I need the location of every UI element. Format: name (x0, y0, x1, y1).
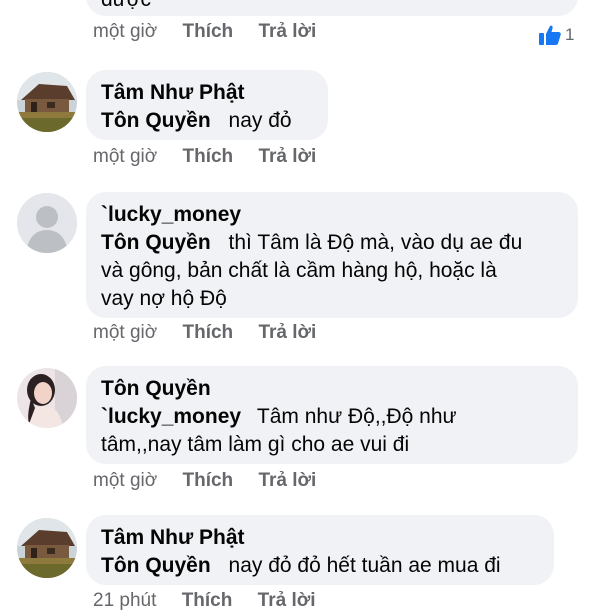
comment-text-line: Tôn Quyền thì Tâm là Độ mà, vào dụ ae đu (101, 231, 522, 255)
profile-photo-icon (17, 368, 77, 428)
avatar[interactable] (17, 368, 77, 428)
timestamp[interactable]: 21 phút (93, 590, 156, 611)
comment-text: vay nợ hộ Độ (101, 287, 227, 310)
comment-text-line: `lucky_money Tâm như Độ,,Độ như (101, 405, 457, 429)
like-button[interactable]: Thích (182, 470, 233, 491)
house-photo-icon (17, 518, 77, 578)
like-button[interactable]: Thích (182, 322, 233, 343)
comment-author[interactable]: Tâm Như Phật (101, 526, 245, 550)
comment-text: nay đỏ đỏ hết tuần ae mua đi (228, 554, 501, 577)
mention-tag[interactable]: Tôn Quyền (101, 554, 211, 577)
comment-meta: một giờ Thích Trả lời (93, 21, 316, 43)
comment-text: Tâm như Độ,,Độ như (256, 405, 457, 428)
comment-bubble (86, 0, 578, 16)
reply-button[interactable]: Trả lời (258, 590, 316, 611)
avatar[interactable] (17, 518, 77, 578)
mention-tag[interactable]: Tôn Quyền (101, 109, 211, 132)
default-user-icon (17, 193, 77, 253)
comment-text: thì Tâm là Độ mà, vào dụ ae đu (228, 231, 523, 254)
timestamp[interactable]: một giờ (93, 322, 157, 343)
avatar[interactable] (17, 193, 77, 253)
reply-button[interactable]: Trả lời (258, 322, 316, 343)
comment-text: được (101, 0, 151, 12)
comment-text-line: Tôn Quyền nay đỏ (101, 109, 292, 133)
reply-button[interactable]: Trả lời (258, 146, 316, 167)
like-button[interactable]: Thích (182, 21, 233, 42)
like-button[interactable]: Thích (182, 590, 233, 611)
timestamp[interactable]: một giờ (93, 470, 157, 491)
reply-button[interactable]: Trả lời (258, 470, 316, 491)
comment-author[interactable]: Tôn Quyền (101, 377, 211, 401)
comment-meta: một giờ Thích Trả lời (93, 322, 316, 344)
comment-text: tâm,,nay tâm làm gì cho ae vui đi (101, 433, 410, 456)
comment-author[interactable]: `lucky_money (101, 203, 241, 227)
comment-meta: một giờ Thích Trả lời (93, 470, 316, 492)
comment-meta: 21 phút Thích Trả lời (93, 590, 316, 612)
mention-tag[interactable]: `lucky_money (101, 405, 241, 428)
comment-text: nay đỏ (228, 109, 292, 132)
avatar[interactable] (17, 72, 77, 132)
reaction-summary[interactable]: 1 (538, 22, 574, 48)
comment-meta: một giờ Thích Trả lời (93, 146, 316, 168)
house-photo-icon (17, 72, 77, 132)
reaction-count: 1 (565, 25, 575, 44)
reply-button[interactable]: Trả lời (258, 21, 316, 42)
timestamp[interactable]: một giờ (93, 146, 157, 167)
comment-author[interactable]: Tâm Như Phật (101, 81, 245, 105)
comment-text: và gông, bản chất là cầm hàng hộ, hoặc l… (101, 259, 497, 282)
like-reaction-icon (538, 24, 562, 46)
mention-tag[interactable]: Tôn Quyền (101, 231, 211, 254)
timestamp[interactable]: một giờ (93, 21, 157, 42)
like-button[interactable]: Thích (182, 146, 233, 167)
comment-text-line: Tôn Quyền nay đỏ đỏ hết tuần ae mua đi (101, 554, 501, 578)
